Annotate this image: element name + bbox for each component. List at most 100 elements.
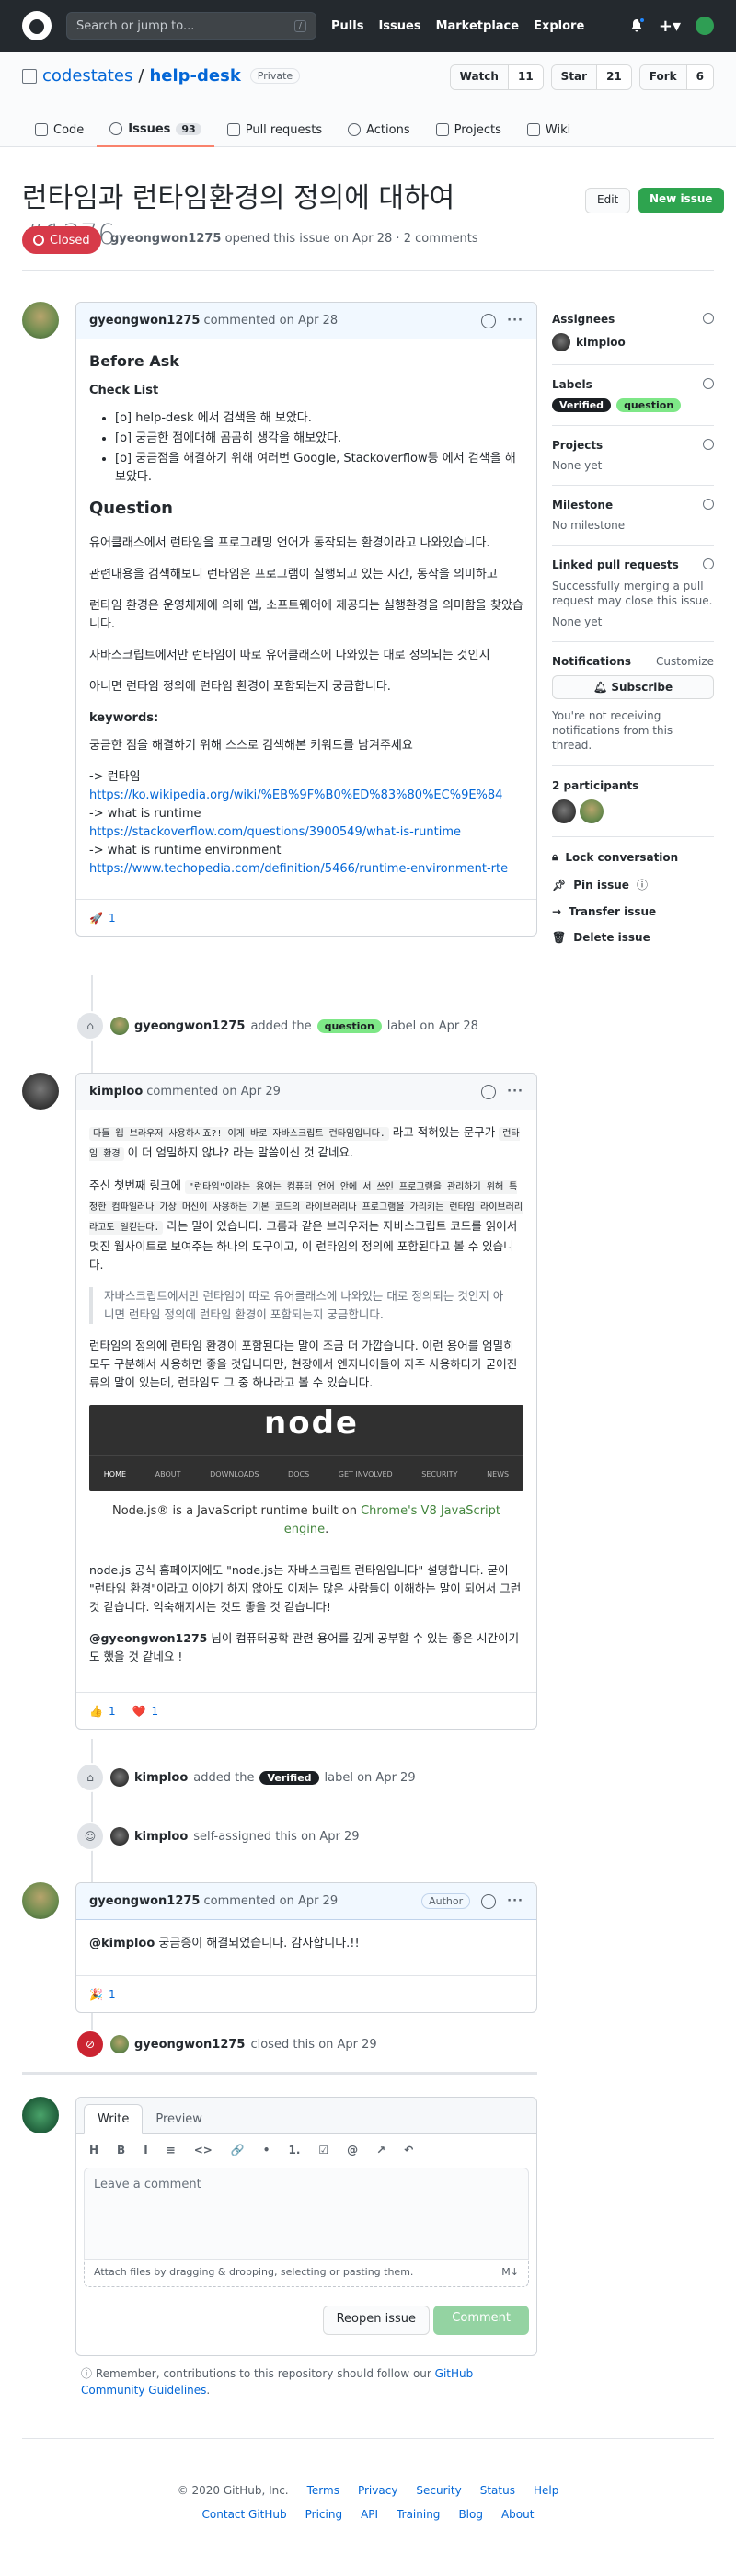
- reaction-tada[interactable]: 🎉 1: [89, 1988, 116, 2001]
- code-icon[interactable]: <>: [194, 2144, 213, 2156]
- transfer-issue-link[interactable]: → Transfer issue: [552, 905, 714, 918]
- issue-author[interactable]: gyeongwon1275: [110, 232, 221, 246]
- lock-conversation-link[interactable]: 🔒︎ Lock conversation: [552, 850, 714, 864]
- user-mention[interactable]: @kimploo: [89, 1937, 155, 1950]
- label-verified[interactable]: Verified: [552, 398, 612, 412]
- gear-icon[interactable]: [703, 378, 714, 389]
- star-button[interactable]: Star 21: [550, 64, 632, 90]
- tab-pull-requests[interactable]: Pull requests: [214, 116, 335, 147]
- linked-prs-heading[interactable]: Linked pull requests: [552, 558, 714, 571]
- footer-link-privacy[interactable]: Privacy: [358, 2484, 397, 2497]
- quote-icon[interactable]: ≡: [167, 2144, 176, 2156]
- nav-explore[interactable]: Explore: [534, 19, 584, 33]
- heading-icon[interactable]: H: [89, 2144, 98, 2156]
- cross-reference-icon[interactable]: ↗: [376, 2144, 385, 2156]
- repo-owner-link[interactable]: codestates: [42, 66, 132, 86]
- nav-pulls[interactable]: Pulls: [331, 19, 363, 33]
- smiley-icon[interactable]: [481, 1893, 497, 1909]
- label-verified[interactable]: Verified: [259, 1770, 319, 1785]
- techopedia-link[interactable]: https://www.techopedia.com/definition/54…: [89, 862, 508, 876]
- smiley-icon[interactable]: [481, 313, 497, 328]
- smiley-icon[interactable]: [481, 1084, 497, 1099]
- new-issue-button[interactable]: New issue: [638, 188, 724, 213]
- watch-count[interactable]: 11: [508, 65, 543, 89]
- event-user[interactable]: gyeongwon1275: [134, 2038, 245, 2052]
- milestone-heading[interactable]: Milestone: [552, 499, 714, 512]
- reaction-rocket[interactable]: 🚀 1: [89, 912, 116, 925]
- edit-button[interactable]: Edit: [585, 188, 631, 213]
- wikipedia-link[interactable]: https://ko.wikipedia.org/wiki/%EB%9F%B0%…: [89, 788, 502, 802]
- assignees-heading[interactable]: Assignees: [552, 313, 714, 326]
- numbered-list-icon[interactable]: 1.: [288, 2144, 300, 2156]
- labels-heading[interactable]: Labels: [552, 378, 714, 391]
- label-question[interactable]: question: [316, 1018, 382, 1033]
- tab-projects[interactable]: Projects: [423, 116, 514, 147]
- projects-heading[interactable]: Projects: [552, 439, 714, 452]
- reopen-issue-button[interactable]: Reopen issue: [322, 2306, 430, 2335]
- footer-link-training[interactable]: Training: [397, 2508, 440, 2521]
- star-count[interactable]: 21: [597, 65, 631, 89]
- comment-author[interactable]: gyeongwon1275: [89, 1894, 200, 1908]
- avatar[interactable]: [110, 1017, 129, 1035]
- avatar[interactable]: [22, 1882, 59, 1919]
- gear-icon[interactable]: [703, 439, 714, 450]
- bullet-list-icon[interactable]: •: [263, 2144, 270, 2156]
- footer-link-pricing[interactable]: Pricing: [305, 2508, 342, 2521]
- footer-link-blog[interactable]: Blog: [458, 2508, 483, 2521]
- github-logo-icon[interactable]: [22, 11, 52, 40]
- comment-author[interactable]: gyeongwon1275: [89, 314, 200, 328]
- user-avatar[interactable]: [696, 17, 714, 35]
- stackoverflow-link[interactable]: https://stackoverflow.com/questions/3900…: [89, 825, 461, 839]
- comment-timestamp[interactable]: commented on Apr 28: [203, 314, 338, 328]
- footer-link-status[interactable]: Status: [480, 2484, 515, 2497]
- attach-files-area[interactable]: Attach files by dragging & dropping, sel…: [84, 2260, 529, 2287]
- assignee[interactable]: kimploo: [552, 333, 714, 351]
- comment-author[interactable]: kimploo: [89, 1085, 143, 1098]
- kebab-icon[interactable]: ···: [507, 314, 523, 328]
- repo-name-link[interactable]: help-desk: [149, 66, 240, 86]
- tab-actions[interactable]: Actions: [335, 116, 423, 147]
- kebab-icon[interactable]: ···: [507, 1085, 523, 1098]
- comment-timestamp[interactable]: commented on Apr 29: [146, 1085, 281, 1098]
- subscribe-button[interactable]: 🔔︎ Subscribe: [552, 675, 714, 699]
- footer-link-help[interactable]: Help: [534, 2484, 558, 2497]
- plus-icon[interactable]: +▾: [659, 17, 681, 36]
- pin-issue-link[interactable]: 📌︎ Pin issue ⓘ: [552, 877, 714, 892]
- event-user[interactable]: kimploo: [134, 1830, 188, 1844]
- tab-wiki[interactable]: Wiki: [514, 116, 583, 147]
- delete-issue-link[interactable]: 🗑︎ Delete issue: [552, 931, 714, 944]
- tab-code[interactable]: Code: [22, 116, 97, 147]
- footer-link-api[interactable]: API: [361, 2508, 378, 2521]
- tab-preview[interactable]: Preview: [143, 2105, 215, 2133]
- footer-link-security[interactable]: Security: [416, 2484, 461, 2497]
- mention-icon[interactable]: @: [347, 2144, 358, 2156]
- avatar[interactable]: [552, 799, 576, 823]
- avatar[interactable]: [22, 2097, 59, 2133]
- event-user[interactable]: kimploo: [134, 1771, 188, 1785]
- nav-marketplace[interactable]: Marketplace: [436, 19, 520, 33]
- search-input[interactable]: Search or jump to... /: [66, 12, 316, 40]
- gear-icon[interactable]: [703, 558, 714, 569]
- tab-write[interactable]: Write: [84, 2104, 144, 2134]
- avatar[interactable]: [110, 1827, 129, 1846]
- customize-link[interactable]: Customize: [656, 655, 714, 668]
- footer-link-terms[interactable]: Terms: [307, 2484, 339, 2497]
- reply-icon[interactable]: ↶: [404, 2144, 413, 2156]
- label-question[interactable]: question: [616, 398, 682, 412]
- footer-link-contact[interactable]: Contact GitHub: [202, 2508, 287, 2521]
- tab-issues[interactable]: Issues 93: [97, 116, 214, 147]
- gear-icon[interactable]: [703, 313, 714, 324]
- avatar[interactable]: [580, 799, 604, 823]
- avatar[interactable]: [22, 1073, 59, 1110]
- user-mention[interactable]: @gyeongwon1275: [89, 1631, 207, 1645]
- fork-button[interactable]: Fork 6: [638, 64, 714, 90]
- bell-icon[interactable]: [629, 17, 646, 33]
- gear-icon[interactable]: [703, 499, 714, 510]
- event-user[interactable]: gyeongwon1275: [134, 1019, 245, 1033]
- fork-count[interactable]: 6: [686, 65, 713, 89]
- italic-icon[interactable]: I: [144, 2144, 147, 2156]
- comment-button[interactable]: Comment: [433, 2306, 529, 2335]
- reaction-thumbs-up[interactable]: 👍 1: [89, 1705, 116, 1718]
- avatar[interactable]: [22, 302, 59, 339]
- link-icon[interactable]: 🔗: [231, 2144, 245, 2156]
